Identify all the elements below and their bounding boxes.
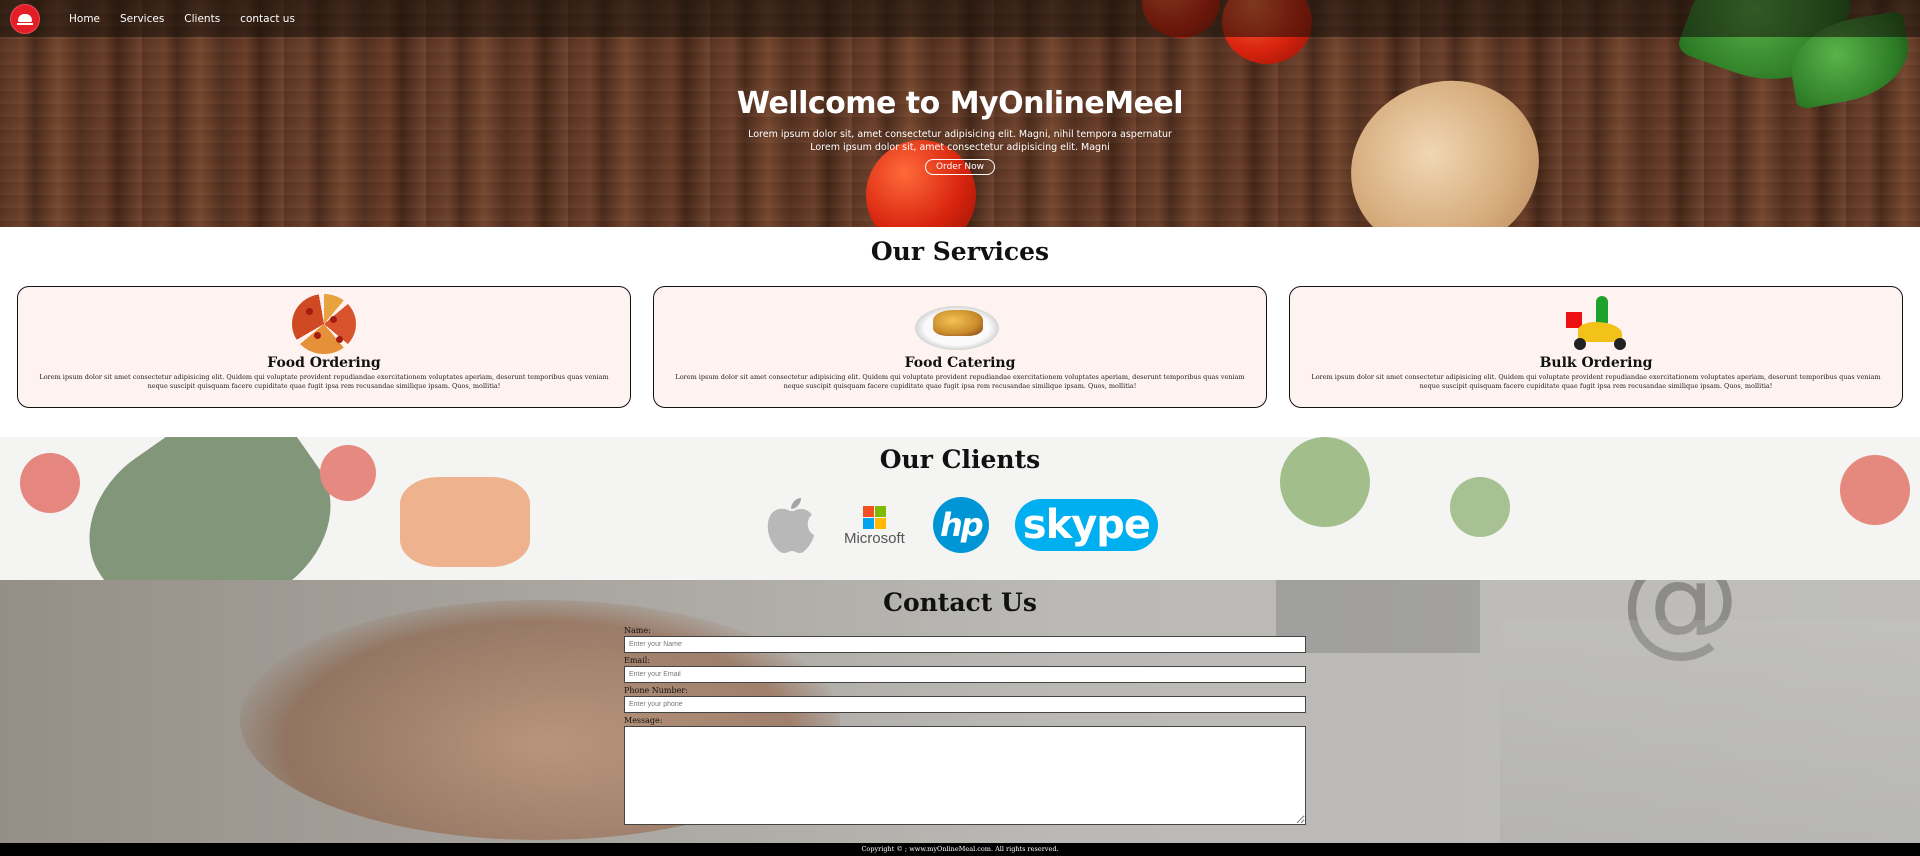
pepperoni-icon (306, 308, 313, 315)
message-field[interactable] (624, 726, 1306, 825)
food-icon (933, 310, 983, 336)
apple-logo-icon (767, 498, 814, 553)
delivery-scooter-image (1556, 294, 1636, 354)
services-section: Our Services Food Ordering Lorem ipsum d… (0, 227, 1920, 437)
wheel-icon (1574, 338, 1586, 350)
order-now-button[interactable]: Order Now (924, 159, 996, 175)
card-text: Lorem ipsum dolor sit amet consectetur a… (675, 373, 1245, 390)
nav-link-contact[interactable]: contact us (240, 13, 295, 25)
message-label: Message: (624, 716, 663, 725)
top-navbar: Home Services Clients contact us (0, 0, 1920, 37)
service-cards: Food Ordering Lorem ipsum dolor sit amet… (17, 286, 1903, 408)
services-title: Our Services (870, 237, 1050, 266)
pepperoni-icon (336, 336, 343, 343)
footer: Copyright © ; www.myOnlineMeal.com. All … (0, 843, 1920, 856)
hero-content: Wellcome to MyOnlineMeel Lorem ipsum dol… (0, 86, 1920, 175)
clients-section: Our Clients Microsoft hp skype (0, 437, 1920, 580)
pizza-icon (292, 294, 356, 354)
card-text: Lorem ipsum dolor sit amet consectetur a… (39, 373, 609, 390)
card-title: Food Ordering (267, 355, 381, 371)
microsoft-wordmark: Microsoft (843, 529, 905, 547)
nav-link-services[interactable]: Services (120, 13, 164, 25)
clients-title: Our Clients (879, 445, 1041, 474)
rider-icon (1596, 296, 1608, 324)
hero-subtitle-line: Lorem ipsum dolor sit, amet consectetur … (810, 142, 1110, 153)
contact-title: Contact Us (883, 588, 1037, 617)
microsoft-logo: Microsoft (844, 504, 905, 547)
nav-links: Home Services Clients contact us (69, 13, 315, 25)
hp-wordmark: hp (939, 506, 984, 544)
card-text: Lorem ipsum dolor sit amet consectetur a… (1311, 373, 1881, 390)
service-card-food-catering: Food Catering Lorem ipsum dolor sit amet… (653, 286, 1267, 408)
email-field[interactable] (624, 666, 1306, 683)
catering-plate-image (915, 294, 1005, 354)
phone-label: Phone Number: (624, 686, 688, 695)
pepperoni-icon (314, 332, 321, 339)
contact-section: @ Contact Us Name: Email: Phone Number: … (0, 580, 1920, 843)
service-card-food-ordering: Food Ordering Lorem ipsum dolor sit amet… (17, 286, 631, 408)
site-logo-icon[interactable] (10, 3, 40, 34)
card-title: Food Catering (904, 355, 1016, 371)
skype-logo: skype (1014, 499, 1159, 551)
phone-field[interactable] (624, 696, 1306, 713)
client-logos: Microsoft hp skype (0, 495, 1920, 555)
hp-logo: hp (932, 497, 989, 553)
email-label: Email: (624, 656, 651, 665)
card-title: Bulk Ordering (1539, 355, 1653, 371)
hero-title: Wellcome to MyOnlineMeel (736, 86, 1184, 121)
copyright-text: Copyright © ; www.myOnlineMeal.com. All … (861, 845, 1059, 853)
service-card-bulk-ordering: Bulk Ordering Lorem ipsum dolor sit amet… (1289, 286, 1903, 408)
name-field[interactable] (624, 636, 1306, 653)
skype-wordmark: skype (1022, 502, 1151, 548)
pepperoni-icon (330, 316, 337, 323)
name-label: Name: (624, 626, 651, 635)
contact-form: Name: Email: Phone Number: Message: (624, 626, 1306, 825)
nav-link-clients[interactable]: Clients (184, 13, 220, 25)
microsoft-squares-icon (862, 505, 886, 529)
wheel-icon (1614, 338, 1626, 350)
hero-subtitle-line: Lorem ipsum dolor sit, amet consectetur … (748, 129, 1172, 140)
pizza-image (284, 294, 364, 354)
hero-subtitle: Lorem ipsum dolor sit, amet consectetur … (0, 128, 1920, 154)
nav-link-home[interactable]: Home (69, 13, 100, 25)
